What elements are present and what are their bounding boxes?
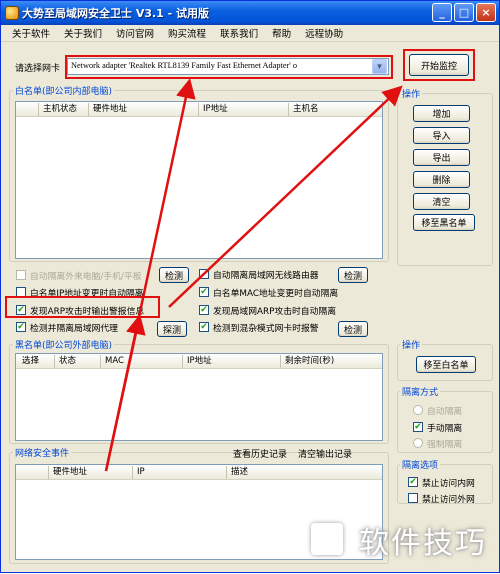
watermark-text: 软件技巧: [359, 526, 487, 561]
arrow-to-start: [168, 85, 403, 308]
watermark-logo-icon: [311, 523, 343, 555]
annotation-arrows: [104, 78, 403, 472]
main-window: 大势至局域网安全卫士 V3.1 - 试用版 _ □ × 关于软件 关于我们 访问…: [0, 0, 500, 573]
arrow-to-arp-alert: [104, 314, 146, 472]
